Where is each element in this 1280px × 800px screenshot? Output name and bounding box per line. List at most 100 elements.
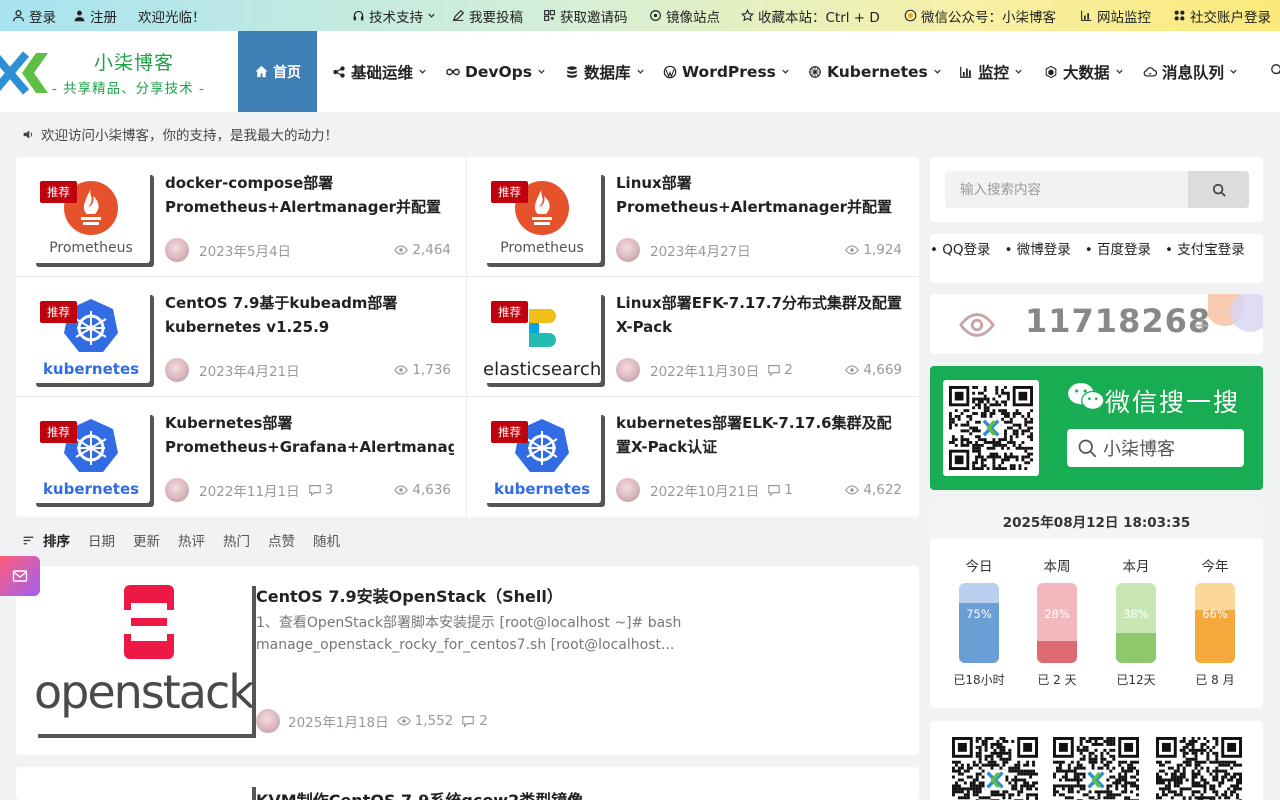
nav-home[interactable]: 首页: [238, 31, 317, 112]
featured-card[interactable]: 推荐 Prometheus Linux部署Prometheus+Alertman…: [467, 157, 918, 277]
post-title[interactable]: KVM制作CentOS 7.9系统qcow2类型镜像: [256, 787, 583, 800]
nav-item-message-queue[interactable]: 消息队列: [1143, 31, 1238, 112]
site-subtitle: - 共享精品、分享技术 -: [52, 81, 205, 97]
site-monitor-link[interactable]: 网站监控: [1080, 0, 1151, 31]
featured-card[interactable]: 推荐 Prometheus docker-compose部署Prometheus…: [16, 157, 467, 277]
mirror-link[interactable]: 镜像站点: [649, 0, 720, 31]
post-title[interactable]: Linux部署Prometheus+Alertmanager并配置企业微信告警: [616, 171, 905, 219]
stat-elapsed: 已18小时: [953, 673, 1005, 687]
view-count: 1,924: [845, 242, 902, 258]
avatar[interactable]: [165, 478, 189, 502]
bookmark-link[interactable]: 收藏本站：Ctrl + D: [741, 0, 880, 31]
qrcode-icon[interactable]: [952, 737, 1038, 800]
avatar[interactable]: [616, 478, 640, 502]
progress-fill: [1116, 632, 1156, 663]
avatar[interactable]: [165, 358, 189, 382]
avatar[interactable]: [616, 238, 640, 262]
post-thumbnail[interactable]: 推荐 Prometheus: [32, 171, 150, 263]
view-count: 4,622: [845, 482, 902, 498]
view-count: 4,669: [845, 362, 902, 378]
user-icon: [13, 10, 24, 22]
post-thumbnail[interactable]: [34, 783, 252, 800]
post-title[interactable]: Kubernetes部署Prometheus+Grafana+Alertmana…: [165, 411, 454, 459]
baidu-login-link[interactable]: • 百度登录: [1085, 242, 1151, 258]
weibo-login-link[interactable]: • 微博登录: [1005, 242, 1071, 258]
featured-card[interactable]: 推荐 kubernetes kubernetes部署ELK-7.17.6集群及配…: [467, 397, 918, 517]
tech-support-menu[interactable]: 技术支持: [352, 0, 436, 31]
post-date: 2022年11月30日: [650, 364, 760, 380]
avatar[interactable]: [165, 238, 189, 262]
search-input[interactable]: [945, 171, 1189, 208]
sort-option-date[interactable]: 日期: [88, 530, 115, 550]
comment-icon: [768, 365, 781, 377]
contact-mail-button[interactable]: [0, 556, 40, 596]
post-thumbnail[interactable]: 推荐 kubernetes: [483, 411, 601, 503]
search-button[interactable]: [1188, 171, 1249, 208]
post-thumbnail[interactable]: 推荐 kubernetes: [32, 411, 150, 503]
view-count: 4,636: [394, 482, 451, 498]
nav-item-devops[interactable]: DevOps: [446, 31, 546, 112]
comment-icon: [768, 485, 781, 497]
wechat-account-link[interactable]: 微信公众号：小柒博客: [904, 0, 1056, 31]
sort-option-likes[interactable]: 点赞: [268, 530, 295, 550]
post-thumbnail[interactable]: 推荐 Prometheus: [483, 171, 601, 263]
alipay-login-link[interactable]: • 支付宝登录: [1165, 242, 1245, 258]
login-links: • QQ登录 • 微博登录 • 百度登录 • 支付宝登录: [930, 238, 1263, 262]
wechat-icon: [1068, 382, 1105, 410]
nav-item-kubernetes[interactable]: Kubernetes: [808, 31, 942, 112]
post-title[interactable]: CentOS 7.9基于kubeadm部署kubernetes v1.25.9: [165, 291, 454, 339]
nav-item-basic-ops[interactable]: 基础运维: [332, 31, 427, 112]
stat-label: 本月: [1122, 559, 1150, 575]
nav-item-bigdata[interactable]: 大数据: [1044, 31, 1124, 112]
submit-link[interactable]: 我要投稿: [452, 0, 523, 31]
post-card[interactable]: KVM制作CentOS 7.9系统qcow2类型镜像: [16, 767, 919, 800]
view-count-value: 1,924: [863, 242, 902, 258]
qq-login-link[interactable]: • QQ登录: [930, 242, 991, 258]
nav-item-wordpress[interactable]: WordPress: [663, 31, 790, 112]
site-title[interactable]: 小柒博客: [94, 48, 174, 75]
logo-icon[interactable]: [0, 48, 52, 98]
recommend-badge: 推荐: [40, 181, 77, 203]
nav-item-database[interactable]: 数据库: [565, 31, 645, 112]
sort-option-hot-comments[interactable]: 热评: [178, 530, 205, 550]
stat-month: 本月 38% 已12天: [1106, 555, 1166, 688]
avatar[interactable]: [256, 709, 280, 733]
post-title[interactable]: docker-compose部署Prometheus+Alertmanager并…: [165, 171, 454, 219]
featured-card[interactable]: 推荐 kubernetes Kubernetes部署Prometheus+Gra…: [16, 397, 467, 517]
post-thumbnail[interactable]: 推荐 kubernetes: [32, 291, 150, 383]
comment-count: 2: [767, 362, 793, 378]
qrcode-icon[interactable]: [1053, 737, 1139, 800]
qrcode-icon[interactable]: [1156, 737, 1242, 800]
wechat-search-banner[interactable]: 微信搜一搜 小柒博客: [930, 366, 1263, 490]
post-excerpt: 1、查看OpenStack部署脚本安装提示 [root@localhost ~]…: [256, 615, 682, 653]
post-thumbnail[interactable]: openstack: [34, 582, 252, 734]
time-progress-stats: 今日 75% 已18小时 本周 28% 已 2 天 本月 38% 已12天 今年…: [930, 539, 1263, 708]
chevron-down-icon: [934, 69, 941, 74]
comment-count: 1: [767, 482, 793, 498]
search-icon: [1078, 439, 1097, 458]
register-link[interactable]: 注册: [73, 0, 117, 31]
search-icon[interactable]: [1270, 63, 1280, 77]
wechat-search-title: 微信搜一搜: [1105, 388, 1241, 417]
post-title[interactable]: CentOS 7.9安装OpenStack（Shell）: [256, 583, 563, 607]
post-card[interactable]: openstack CentOS 7.9安装OpenStack（Shell） 1…: [16, 566, 919, 755]
post-thumbnail[interactable]: 推荐 elasticsearch: [483, 291, 601, 383]
sidebar-login-links: • QQ登录 • 微博登录 • 百度登录 • 支付宝登录: [930, 234, 1263, 283]
post-title[interactable]: Linux部署EFK-7.17.7分布式集群及配置X-Pack: [616, 291, 905, 339]
sort-option-random[interactable]: 随机: [313, 530, 340, 550]
avatar[interactable]: [616, 358, 640, 382]
featured-card[interactable]: 推荐 kubernetes CentOS 7.9基于kubeadm部署kuber…: [16, 277, 467, 397]
post-title[interactable]: kubernetes部署ELK-7.17.6集群及配置X-Pack认证: [616, 411, 905, 459]
stat-elapsed: 已12天: [1116, 673, 1156, 687]
featured-card[interactable]: 推荐 elasticsearch Linux部署EFK-7.17.7分布式集群及…: [467, 277, 918, 397]
login-link[interactable]: 登录: [12, 0, 56, 31]
invite-code-link[interactable]: 获取邀请码: [543, 0, 628, 31]
recommend-badge: 推荐: [40, 421, 77, 443]
volume-icon: [23, 129, 33, 139]
nav-item-monitoring[interactable]: 监控: [959, 31, 1023, 112]
sort-option-popular[interactable]: 热门: [223, 530, 250, 550]
stat-elapsed: 已 2 天: [1037, 673, 1077, 687]
social-login-link[interactable]: 社交账户登录: [1173, 0, 1271, 31]
sort-option-updated[interactable]: 更新: [133, 530, 160, 550]
nav-item-label: Kubernetes: [827, 62, 928, 81]
